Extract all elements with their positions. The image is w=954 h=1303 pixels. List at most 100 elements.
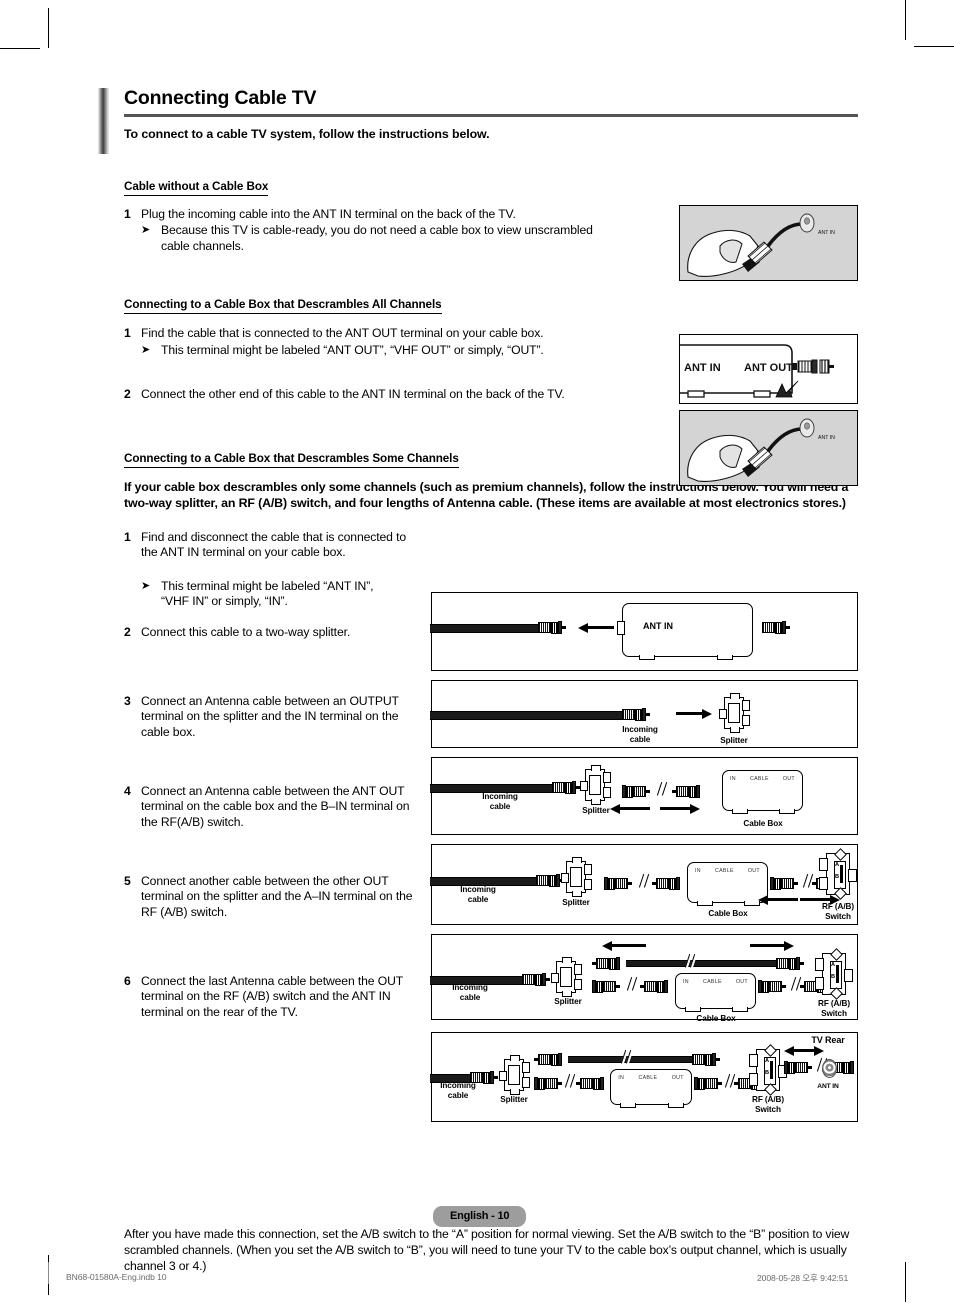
page-header: Connecting Cable TV To connect to a cabl…	[96, 88, 858, 154]
coax-connector	[522, 973, 550, 986]
svg-text:ANT IN: ANT IN	[818, 230, 835, 236]
note-text: This terminal might be labeled “ANT OUT”…	[161, 342, 544, 357]
rf-ab-switch-shape: A B	[815, 948, 853, 1000]
port-in-label: IN	[618, 1075, 625, 1081]
step-number: 4	[124, 783, 131, 798]
splitter-shape	[551, 957, 582, 997]
note-text: This terminal might be labeled “ANT IN”,…	[161, 578, 374, 609]
coax-connector	[592, 957, 620, 970]
cable-break-mark	[564, 1073, 577, 1089]
step-number: 6	[124, 973, 131, 988]
cable-box-shape: IN CABLE OUT	[675, 973, 756, 1012]
hand-plugging-cable-illustration-2: ANT IN	[687, 418, 835, 482]
illustration-panel-ant-out: ANT IN ANT OUT	[673, 334, 858, 404]
coax-connector	[694, 1077, 722, 1090]
switch-position-b: B	[835, 874, 840, 880]
coax-connector	[538, 621, 566, 634]
switch-position-a: A	[835, 862, 840, 868]
direction-arrow-left	[758, 894, 798, 905]
crop-mark-top-right-h	[914, 46, 954, 47]
step-row: 3 Connect an Antenna cable between an OU…	[124, 694, 416, 740]
diagram-step-1: ANT IN	[430, 592, 858, 671]
coax-connector	[758, 980, 786, 993]
direction-arrow-right	[660, 803, 700, 814]
coax-connector	[552, 781, 580, 794]
incoming-cable-label: Incoming cable	[482, 792, 518, 811]
coax-connector	[534, 1077, 562, 1090]
cable-box-foot	[620, 1103, 636, 1108]
cable-box-foot	[668, 1103, 684, 1108]
step-row: 1 Find and disconnect the cable that is …	[124, 530, 416, 561]
cable-box-foot	[685, 1007, 701, 1012]
note-bullet-icon: ➤	[141, 342, 151, 356]
cable-box-foot	[639, 655, 655, 660]
step-row: 4 Connect an Antenna cable between the A…	[124, 784, 416, 830]
cable-box-label: Cable Box	[708, 909, 748, 918]
diagram-step-2: Incoming cable Splitter	[430, 680, 858, 748]
step-number: 1	[124, 207, 131, 221]
splitter-label: Splitter	[554, 997, 582, 1006]
direction-arrow-left	[602, 940, 646, 951]
coax-connector	[672, 785, 700, 798]
cable-break-mark	[684, 953, 697, 969]
direction-arrow-right	[676, 708, 712, 719]
coax-connector	[622, 708, 650, 721]
cable-box-shape: ANT IN	[617, 603, 753, 660]
direction-arrow-left	[578, 622, 614, 633]
coax-connector	[784, 1061, 812, 1074]
step-number: 2	[124, 387, 131, 402]
cable-break-mark	[626, 976, 639, 992]
cable-box-foot	[779, 809, 795, 814]
ant-in-label: ANT IN	[817, 1083, 839, 1090]
cable-box-foot	[717, 655, 733, 660]
note-row: ➤ This terminal might be labeled “ANT IN…	[141, 579, 403, 610]
step-text: Find the cable that is connected to the …	[141, 326, 544, 341]
step-text: Plug the incoming cable into the ANT IN …	[141, 207, 516, 221]
cable-box-ports: IN CABLE OUT	[611, 1075, 691, 1081]
footer-left-rule	[48, 1262, 49, 1284]
incoming-cable-label: Incoming cable	[452, 983, 488, 1002]
note-bullet-icon: ➤	[141, 223, 151, 237]
splitter-label: Splitter	[720, 736, 748, 745]
note-text: Because this TV is cable-ready, you do n…	[161, 223, 593, 253]
step-text: Connect this cable to a two-way splitter…	[141, 624, 351, 639]
rf-switch-label: RF (A/B) Switch	[822, 902, 854, 921]
coax-connector	[640, 980, 668, 993]
rf-switch-label: RF (A/B) Switch	[818, 999, 850, 1018]
step-text: Find and disconnect the cable that is co…	[141, 529, 407, 560]
coax-connector	[576, 1077, 604, 1090]
port-cable-label: CABLE	[702, 979, 722, 985]
step-number: 2	[124, 624, 131, 639]
cable-line	[626, 960, 778, 967]
splitter-shape	[499, 1055, 530, 1095]
print-file-info: BN68-01580A-Eng.indb 10	[66, 1272, 167, 1282]
step-number: 3	[124, 693, 131, 708]
port-out-label: OUT	[782, 776, 795, 782]
svg-text:ANT OUT: ANT OUT	[744, 362, 793, 374]
direction-arrow-right	[788, 1045, 824, 1056]
ant-in-label: ANT IN	[643, 621, 673, 631]
cable-box-foot	[697, 901, 713, 906]
coax-connector	[534, 1053, 562, 1066]
coax-connector	[692, 1053, 720, 1066]
svg-text:ANT IN: ANT IN	[818, 435, 835, 441]
incoming-cable-label: Incoming cable	[460, 885, 496, 904]
step-row: 5 Connect another cable between the othe…	[124, 874, 416, 920]
rf-ab-switch-shape: A B	[749, 1044, 787, 1096]
step-row: 6 Connect the last Antenna cable between…	[124, 974, 416, 1020]
cable-box-ports: IN CABLE OUT	[676, 979, 755, 985]
direction-arrow-right	[750, 940, 794, 951]
step-number: 1	[124, 529, 131, 544]
cable-line	[430, 711, 624, 720]
port-in-label: IN	[730, 776, 736, 782]
crop-mark-top-left-v	[48, 8, 49, 48]
coax-connector	[762, 621, 790, 634]
step-text: Connect an Antenna cable between an OUTP…	[141, 693, 399, 739]
step-number: 5	[124, 873, 131, 888]
switch-position-a: A	[765, 1058, 770, 1064]
port-cable-label: CABLE	[749, 776, 769, 782]
cable-box-foot	[732, 1007, 748, 1012]
splitter-shape	[580, 765, 611, 805]
cable-box-rear-illustration: ANT IN ANT OUT	[673, 344, 834, 398]
switch-position-b: B	[765, 1070, 770, 1076]
